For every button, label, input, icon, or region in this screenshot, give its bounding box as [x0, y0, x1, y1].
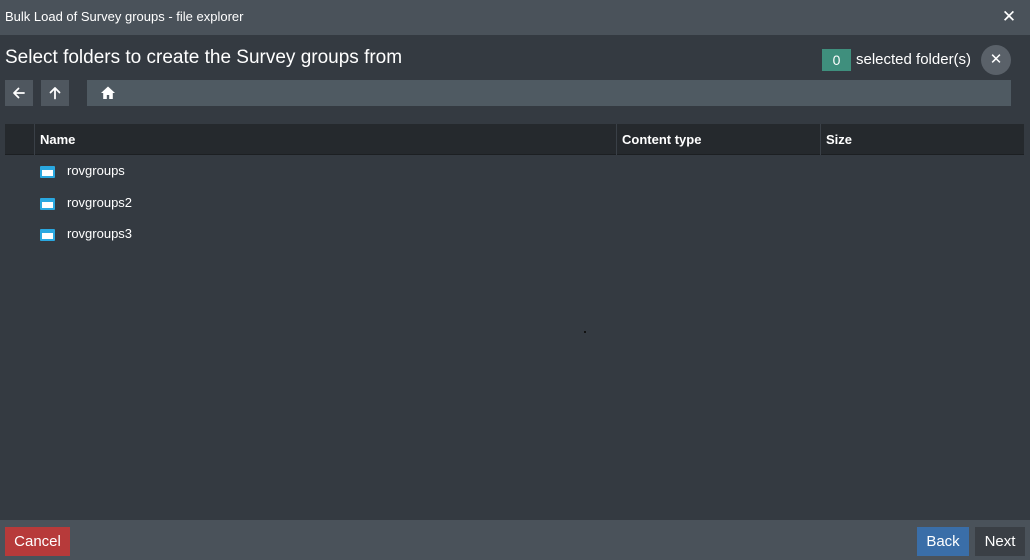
- next-button[interactable]: Next: [975, 527, 1025, 556]
- column-header-size[interactable]: Size: [821, 124, 1024, 155]
- nav-up-button[interactable]: [41, 80, 69, 106]
- table-row[interactable]: rovgroups3: [5, 218, 1024, 250]
- back-button[interactable]: Back: [917, 527, 969, 556]
- folder-icon: [40, 166, 55, 178]
- folder-name: rovgroups2: [67, 194, 133, 210]
- folder-icon: [40, 197, 55, 210]
- dialog-titlebar: Bulk Load of Survey groups - file explor…: [0, 0, 1030, 35]
- home-icon[interactable]: [100, 85, 116, 101]
- path-breadcrumb: [87, 80, 1011, 106]
- selected-count-badge: 0: [822, 49, 851, 71]
- dialog-footer: Cancel Back Next: [0, 520, 1030, 560]
- arrow-up-icon: [49, 87, 61, 100]
- column-header-content-type[interactable]: Content type: [617, 124, 821, 155]
- table-row[interactable]: rovgroups: [5, 155, 1024, 187]
- table-row[interactable]: rovgroups2: [5, 187, 1024, 219]
- folder-name: rovgroups3: [67, 226, 133, 241]
- column-header-name[interactable]: Name: [35, 124, 617, 155]
- nav-back-button[interactable]: [5, 80, 33, 106]
- close-icon[interactable]: ✕: [1000, 7, 1018, 27]
- folder-icon: [40, 229, 55, 241]
- page-heading: Select folders to create the Survey grou…: [5, 47, 403, 68]
- stray-dot: [584, 331, 586, 333]
- clear-selection-button[interactable]: ✕: [981, 45, 1011, 75]
- arrow-left-icon: [13, 87, 25, 99]
- selected-count-label: selected folder(s): [856, 51, 972, 68]
- select-all-column[interactable]: [5, 124, 35, 155]
- folder-name: rovgroups: [67, 163, 125, 178]
- table-header: Name Content type Size: [5, 124, 1024, 155]
- file-table: Name Content type Size rovgroups rovgrou…: [5, 124, 1024, 250]
- dialog-title: Bulk Load of Survey groups - file explor…: [5, 9, 244, 24]
- cancel-button[interactable]: Cancel: [5, 527, 70, 556]
